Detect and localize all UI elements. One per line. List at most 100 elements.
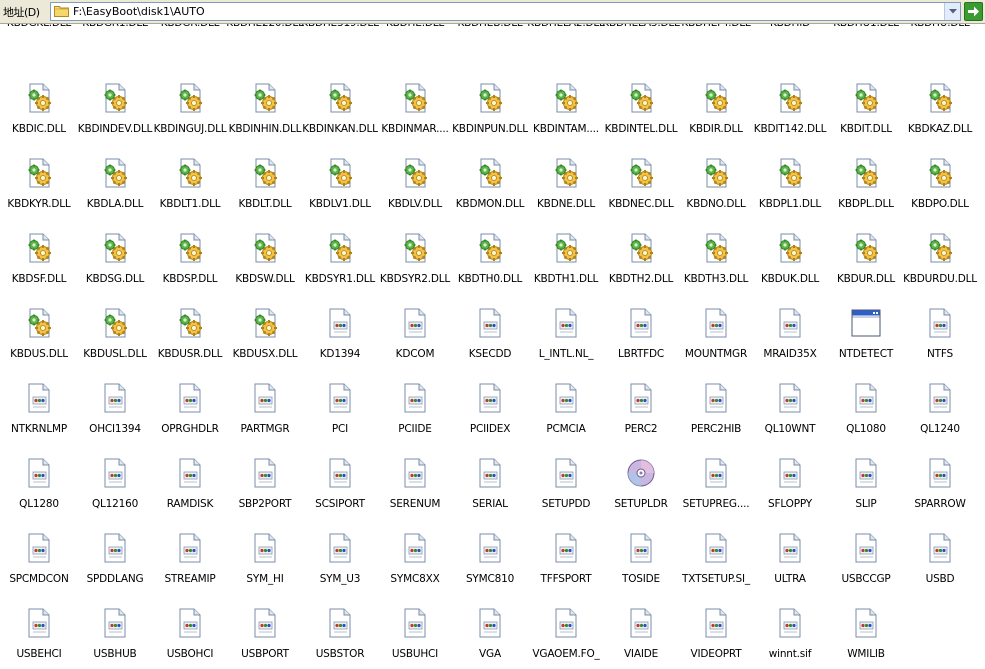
file-item[interactable]: NTDETECT <box>828 307 904 369</box>
file-item[interactable]: KBDLA.DLL <box>77 157 153 219</box>
file-item[interactable]: SYMC8XX <box>377 532 453 594</box>
file-item[interactable]: OPRGHDLR <box>152 382 228 444</box>
file-item[interactable]: SERENUM <box>377 457 453 519</box>
file-item[interactable]: KBDINHIN.DLL <box>227 82 303 144</box>
file-item[interactable]: KBDIR.DLL <box>678 82 754 144</box>
file-item[interactable]: KBDMON.DLL <box>452 157 528 219</box>
file-item[interactable]: SYM_U3 <box>302 532 378 594</box>
file-item[interactable]: SETUPREG.... <box>678 457 754 519</box>
file-item[interactable]: KBDNO.DLL <box>678 157 754 219</box>
file-item[interactable]: MOUNTMGR <box>678 307 754 369</box>
file-item[interactable]: PCIIDE <box>377 382 453 444</box>
file-item[interactable]: KBDUK.DLL <box>752 232 828 294</box>
file-item[interactable]: KBDINGUJ.DLL <box>152 82 228 144</box>
file-item[interactable]: KBDLV.DLL <box>377 157 453 219</box>
file-item[interactable]: USBD <box>902 532 978 594</box>
file-item[interactable]: QL1080 <box>828 382 904 444</box>
file-item[interactable]: KBDINPUN.DLL <box>452 82 528 144</box>
file-item[interactable]: PCIIDEX <box>452 382 528 444</box>
file-item[interactable]: VIDEOPRT <box>678 607 754 669</box>
file-item[interactable]: KBDUS.DLL <box>1 307 77 369</box>
file-item[interactable]: TFFSPORT <box>528 532 604 594</box>
file-item[interactable]: PERC2 <box>603 382 679 444</box>
file-item[interactable]: KBDSYR2.DLL <box>377 232 453 294</box>
file-item[interactable]: PARTMGR <box>227 382 303 444</box>
file-item[interactable]: WMILIB <box>828 607 904 669</box>
file-item[interactable]: KBDIT142.DLL <box>752 82 828 144</box>
file-item[interactable]: SPARROW <box>902 457 978 519</box>
file-item[interactable]: KBDSW.DLL <box>227 232 303 294</box>
file-item[interactable]: L_INTL.NL_ <box>528 307 604 369</box>
file-item[interactable]: KBDLT1.DLL <box>152 157 228 219</box>
file-item[interactable]: SERIAL <box>452 457 528 519</box>
file-item[interactable]: KBDTH2.DLL <box>603 232 679 294</box>
file-item[interactable]: KBDUSL.DLL <box>77 307 153 369</box>
file-item[interactable]: SFLOPPY <box>752 457 828 519</box>
file-item[interactable]: QL12160 <box>77 457 153 519</box>
file-item[interactable]: KD1394 <box>302 307 378 369</box>
file-item[interactable]: KBDNEC.DLL <box>603 157 679 219</box>
file-item[interactable]: KBDINTAM.... <box>528 82 604 144</box>
file-item[interactable]: TXTSETUP.SI_ <box>678 532 754 594</box>
file-item[interactable]: STREAMIP <box>152 532 228 594</box>
address-dropdown-button[interactable] <box>944 3 960 20</box>
file-item[interactable]: KSECDD <box>452 307 528 369</box>
file-item[interactable]: KBDKYR.DLL <box>1 157 77 219</box>
file-item[interactable]: USBUHCI <box>377 607 453 669</box>
file-item[interactable]: KBDUR.DLL <box>828 232 904 294</box>
file-item[interactable]: KBDINKAN.DLL <box>302 82 378 144</box>
file-item[interactable]: USBEHCI <box>1 607 77 669</box>
file-item[interactable]: KBDSYR1.DLL <box>302 232 378 294</box>
file-item[interactable]: KBDPO.DLL <box>902 157 978 219</box>
file-item[interactable]: VGAOEM.FO_ <box>528 607 604 669</box>
file-item[interactable]: KBDSP.DLL <box>152 232 228 294</box>
file-item[interactable]: SYM_HI <box>227 532 303 594</box>
file-item[interactable]: SPCMDCON <box>1 532 77 594</box>
go-button[interactable] <box>964 2 983 21</box>
file-item[interactable]: KBDPL.DLL <box>828 157 904 219</box>
file-item[interactable]: KBDPL1.DLL <box>752 157 828 219</box>
file-item[interactable]: KBDLT.DLL <box>227 157 303 219</box>
file-item[interactable]: KBDTH3.DLL <box>678 232 754 294</box>
address-input[interactable]: F:\EasyBoot\disk1\AUTO <box>50 2 961 21</box>
file-item[interactable]: MRAID35X <box>752 307 828 369</box>
file-item[interactable]: winnt.sif <box>752 607 828 669</box>
file-item[interactable]: SYMC810 <box>452 532 528 594</box>
file-item[interactable]: TOSIDE <box>603 532 679 594</box>
file-item[interactable]: VGA <box>452 607 528 669</box>
file-item[interactable]: USBOHCI <box>152 607 228 669</box>
file-item[interactable]: KBDIC.DLL <box>1 82 77 144</box>
file-item[interactable]: QL1280 <box>1 457 77 519</box>
file-item[interactable]: KBDTH1.DLL <box>528 232 604 294</box>
file-item[interactable]: SLIP <box>828 457 904 519</box>
file-item[interactable]: KBDKAZ.DLL <box>902 82 978 144</box>
file-item[interactable]: LBRTFDC <box>603 307 679 369</box>
file-item[interactable]: KBDUSX.DLL <box>227 307 303 369</box>
file-item[interactable]: PCI <box>302 382 378 444</box>
file-item[interactable]: USBSTOR <box>302 607 378 669</box>
file-item[interactable]: RAMDISK <box>152 457 228 519</box>
file-item[interactable]: KBDINMAR.... <box>377 82 453 144</box>
file-item[interactable]: KBDINTEL.DLL <box>603 82 679 144</box>
file-item[interactable]: KBDURDU.DLL <box>902 232 978 294</box>
file-item[interactable]: KBDINDEV.DLL <box>77 82 153 144</box>
file-item[interactable]: OHCI1394 <box>77 382 153 444</box>
file-item[interactable]: USBCCGP <box>828 532 904 594</box>
file-item[interactable]: VIAIDE <box>603 607 679 669</box>
file-item[interactable]: KBDNE.DLL <box>528 157 604 219</box>
file-item[interactable]: USBHUB <box>77 607 153 669</box>
file-item[interactable]: KBDIT.DLL <box>828 82 904 144</box>
file-item[interactable]: SETUPLDR <box>603 457 679 519</box>
file-item[interactable]: SBP2PORT <box>227 457 303 519</box>
file-item[interactable]: KBDTH0.DLL <box>452 232 528 294</box>
file-item[interactable]: PCMCIA <box>528 382 604 444</box>
file-item[interactable]: ULTRA <box>752 532 828 594</box>
file-item[interactable]: PERC2HIB <box>678 382 754 444</box>
file-item[interactable]: QL10WNT <box>752 382 828 444</box>
file-item[interactable]: USBPORT <box>227 607 303 669</box>
file-item[interactable]: SCSIPORT <box>302 457 378 519</box>
file-item[interactable]: NTFS <box>902 307 978 369</box>
file-item[interactable]: NTKRNLMP <box>1 382 77 444</box>
file-item[interactable]: KBDLV1.DLL <box>302 157 378 219</box>
file-item[interactable]: SPDDLANG <box>77 532 153 594</box>
